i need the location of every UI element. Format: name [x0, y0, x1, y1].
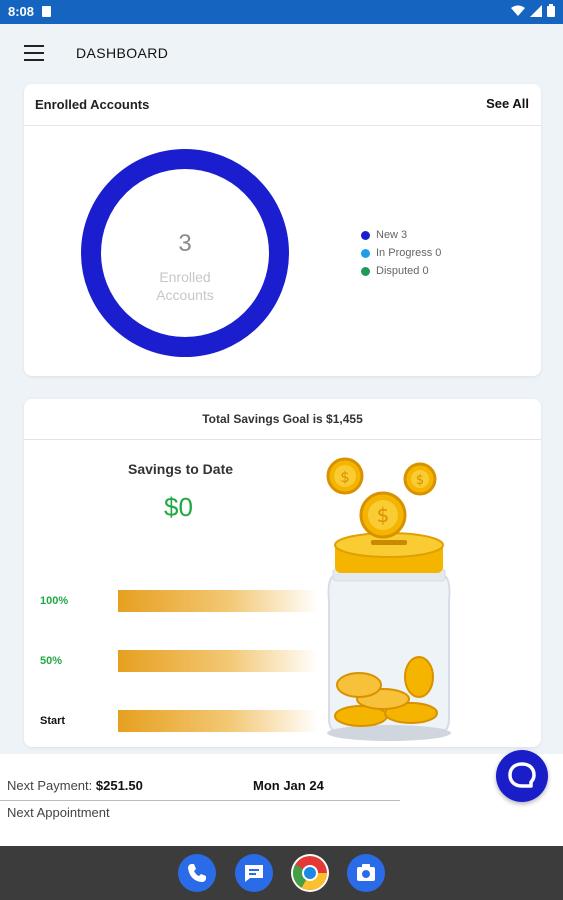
- savings-card: Total Savings Goal is $1,455 Savings to …: [24, 399, 541, 747]
- status-icons: [511, 4, 555, 17]
- legend-dot: [361, 248, 370, 258]
- enrolled-donut-chart: 3 Enrolled Accounts: [80, 148, 290, 358]
- legend-label: Disputed 0: [376, 265, 429, 277]
- center-label-line1: Enrolled: [159, 269, 211, 285]
- next-payment-label: Next Payment:: [7, 778, 93, 793]
- camera-icon: [357, 864, 375, 881]
- chrome-app-button[interactable]: [291, 854, 329, 892]
- chat-bubble-icon: [508, 762, 536, 788]
- enrolled-accounts-card: Enrolled Accounts See All 3 Enrolled Acc…: [24, 84, 541, 376]
- svg-text:$: $: [416, 473, 424, 488]
- milestone-bar-100: [118, 590, 318, 612]
- enrolled-accounts-title: Enrolled Accounts: [35, 97, 150, 112]
- legend-item-new: New 3: [361, 226, 441, 244]
- savings-goal-text: Total Savings Goal is $1,455: [202, 412, 363, 426]
- phone-app-button[interactable]: [178, 854, 216, 892]
- savings-to-date-amount: $0: [164, 492, 193, 522]
- savings-to-date-label: Savings to Date: [128, 461, 234, 477]
- messages-app-button[interactable]: [235, 854, 273, 892]
- system-nav-bar: [0, 846, 563, 900]
- sd-card-icon: [42, 6, 51, 17]
- coin-jar-illustration: $ $ $: [326, 457, 451, 741]
- divider: [24, 125, 541, 126]
- milestone-label-start: Start: [40, 715, 66, 727]
- next-payment-date: Mon Jan 24: [253, 778, 324, 793]
- messages-icon: [245, 865, 263, 882]
- legend-item-disputed: Disputed 0: [361, 262, 441, 280]
- battery-icon: [547, 4, 555, 17]
- milestone-label-100: 100%: [40, 595, 69, 607]
- next-payment: Next Payment: $251.50: [7, 778, 143, 793]
- legend-item-in-progress: In Progress 0: [361, 244, 441, 262]
- chat-button[interactable]: [496, 750, 548, 802]
- milestone-bar-50: [118, 650, 318, 672]
- milestone-bar-start: [118, 710, 318, 732]
- enrolled-center-label: Enrolled Accounts: [146, 268, 224, 304]
- legend-dot: [361, 230, 370, 240]
- cell-signal-icon: [530, 4, 542, 17]
- status-time: 8:08: [8, 4, 35, 19]
- wifi-icon: [511, 5, 525, 16]
- legend-label: In Progress 0: [376, 247, 442, 259]
- next-appointment-label: Next Appointment: [7, 805, 110, 820]
- legend-dot: [361, 266, 370, 276]
- next-info-panel: Next Payment: $251.50 Mon Jan 24 Next Ap…: [0, 754, 563, 846]
- svg-text:$: $: [340, 468, 350, 486]
- center-label-line2: Accounts: [156, 287, 214, 303]
- app-bar: DASHBOARD: [0, 24, 563, 82]
- camera-app-button[interactable]: [347, 854, 385, 892]
- milestone-label-50: 50%: [40, 655, 63, 667]
- svg-text:$: $: [377, 503, 390, 527]
- chrome-icon: [293, 856, 327, 890]
- legend-label: New 3: [376, 229, 408, 241]
- enrolled-count: 3: [178, 230, 192, 257]
- divider: [24, 439, 541, 440]
- menu-icon[interactable]: [24, 45, 44, 61]
- page-title: DASHBOARD: [76, 45, 169, 61]
- see-all-link[interactable]: See All: [486, 96, 529, 111]
- enrolled-legend: New 3 In Progress 0 Disputed 0: [361, 226, 441, 280]
- status-bar: 8:08: [0, 0, 563, 24]
- divider: [0, 800, 400, 801]
- phone-icon: [188, 864, 206, 882]
- next-payment-amount: $251.50: [95, 778, 143, 793]
